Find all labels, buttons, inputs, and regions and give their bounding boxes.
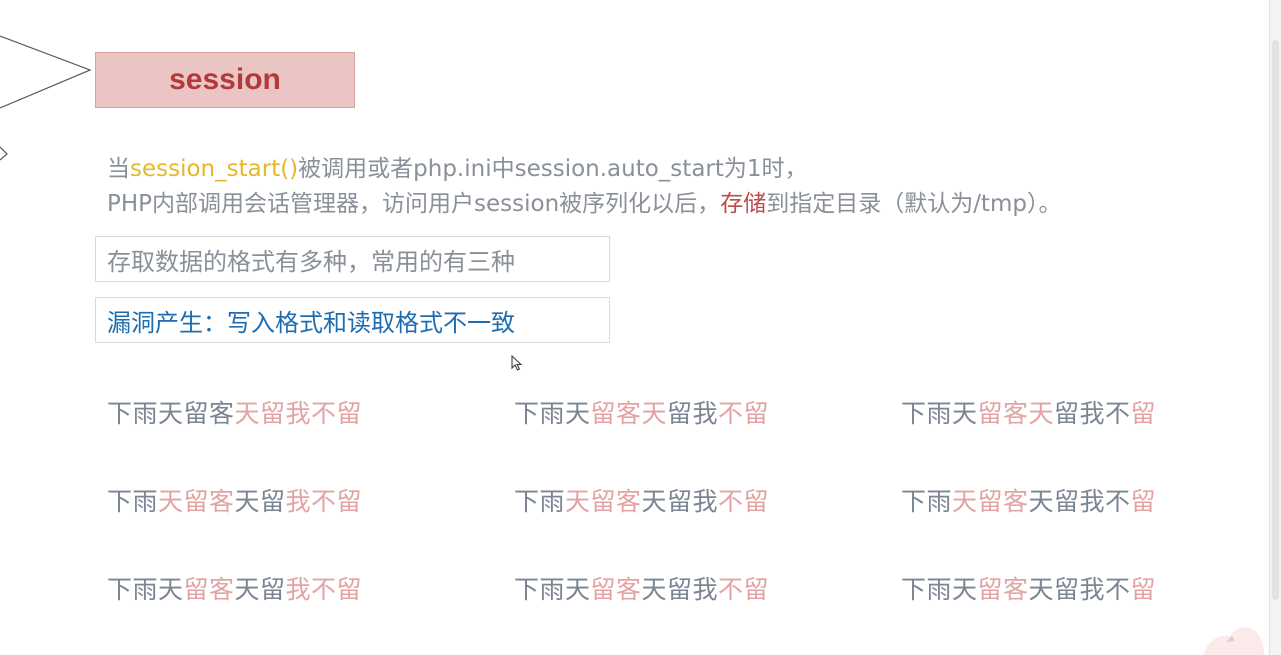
phrase-segment: 不留 [718,575,770,604]
phrase-segment: 不留 [718,487,770,516]
phrase-segment: 天留我 [641,575,719,604]
slide-canvas: session 当session_start()被调用或者php.ini中ses… [0,0,1269,655]
phrase-segment: 不留 [718,399,770,428]
phrase-segment: 天留我不留 [234,399,363,428]
corner-decoration-icon [1204,627,1264,655]
description-segment: 存储 [720,191,767,217]
session-title-box: session [95,52,355,108]
phrase-segment: 留客 [590,575,642,604]
phrase-segment: 下雨 [901,487,953,516]
description-segment: 当 [107,156,130,182]
description-segment: PHP内部调用会话管理器，访问用户session被序列化以后， [107,191,721,217]
phrase-item: 下雨天留客天留我不留 [107,570,362,606]
phrase-segment: 下雨 [514,487,566,516]
phrase-segment: 下雨 [107,487,159,516]
phrase-segment: 下雨天 [514,575,591,604]
phrase-segment: 天留 [234,575,286,604]
phrase-segment: 我不留 [285,487,363,516]
phrase-segment: 留 [1130,487,1157,516]
description-line-1: 当session_start()被调用或者php.ini中session.aut… [107,149,808,183]
phrase-segment: 天留客 [565,487,642,516]
description-line-2: PHP内部调用会话管理器，访问用户session被序列化以后，存储到指定目录（默… [107,184,1061,218]
phrase-segment: 天留客 [158,487,235,516]
vertical-scrollbar[interactable] [1269,0,1281,655]
phrase-segment: 留 [1130,575,1157,604]
phrase-segment: 留我 [667,399,719,428]
phrase-segment: 留 [1130,399,1157,428]
phrase-item: 下雨天留客天留我不留 [901,570,1156,606]
phrase-segment: 留客 [183,575,235,604]
phrase-segment: 下雨天 [901,399,978,428]
description-segment: 到指定目录（默认为/tmp）。 [766,191,1062,217]
phrase-segment: 天留我不 [1028,575,1131,604]
phrase-segment: 天留我不 [1028,487,1131,516]
phrase-item: 下雨天留客天留我不留 [107,394,362,430]
phrase-segment: 下雨天 [514,399,591,428]
phrase-segment: 天留客 [952,487,1029,516]
mindmap-connector-lines [0,35,92,161]
description-segment: 被调用或者php.ini中session.auto_start为1时， [298,156,808,182]
phrase-item: 下雨天留客天留我不留 [901,394,1156,430]
phrase-segment: 留客 [977,575,1029,604]
phrase-item: 下雨天留客天留我不留 [514,570,769,606]
scrollbar-thumb[interactable] [1272,40,1279,600]
vulnerability-note-text: 漏洞产生：写入格式和读取格式不一致 [107,308,515,337]
phrase-segment: 下雨天 [901,575,978,604]
phrase-item: 下雨天留客天留我不留 [514,482,769,518]
vulnerability-note-box: 漏洞产生：写入格式和读取格式不一致 [95,297,610,343]
formats-note-text: 存取数据的格式有多种，常用的有三种 [107,247,515,276]
phrase-item: 下雨天留客天留我不留 [514,394,769,430]
session-title: session [169,63,281,96]
phrase-segment: 我不留 [285,575,363,604]
phrase-item: 下雨天留客天留我不留 [901,482,1156,518]
phrase-segment: 下雨天 [107,575,184,604]
phrase-segment: 留客天 [590,399,668,428]
mouse-cursor-icon [511,355,523,371]
formats-note-box: 存取数据的格式有多种，常用的有三种 [95,236,610,282]
phrase-item: 下雨天留客天留我不留 [107,482,362,518]
description-segment: session_start() [130,156,299,182]
phrase-segment: 天留 [234,487,286,516]
phrase-segment: 天留我 [641,487,719,516]
phrase-segment: 留我不 [1054,399,1131,428]
phrase-segment: 下雨天留客 [107,399,235,428]
phrase-segment: 留客天 [977,399,1055,428]
